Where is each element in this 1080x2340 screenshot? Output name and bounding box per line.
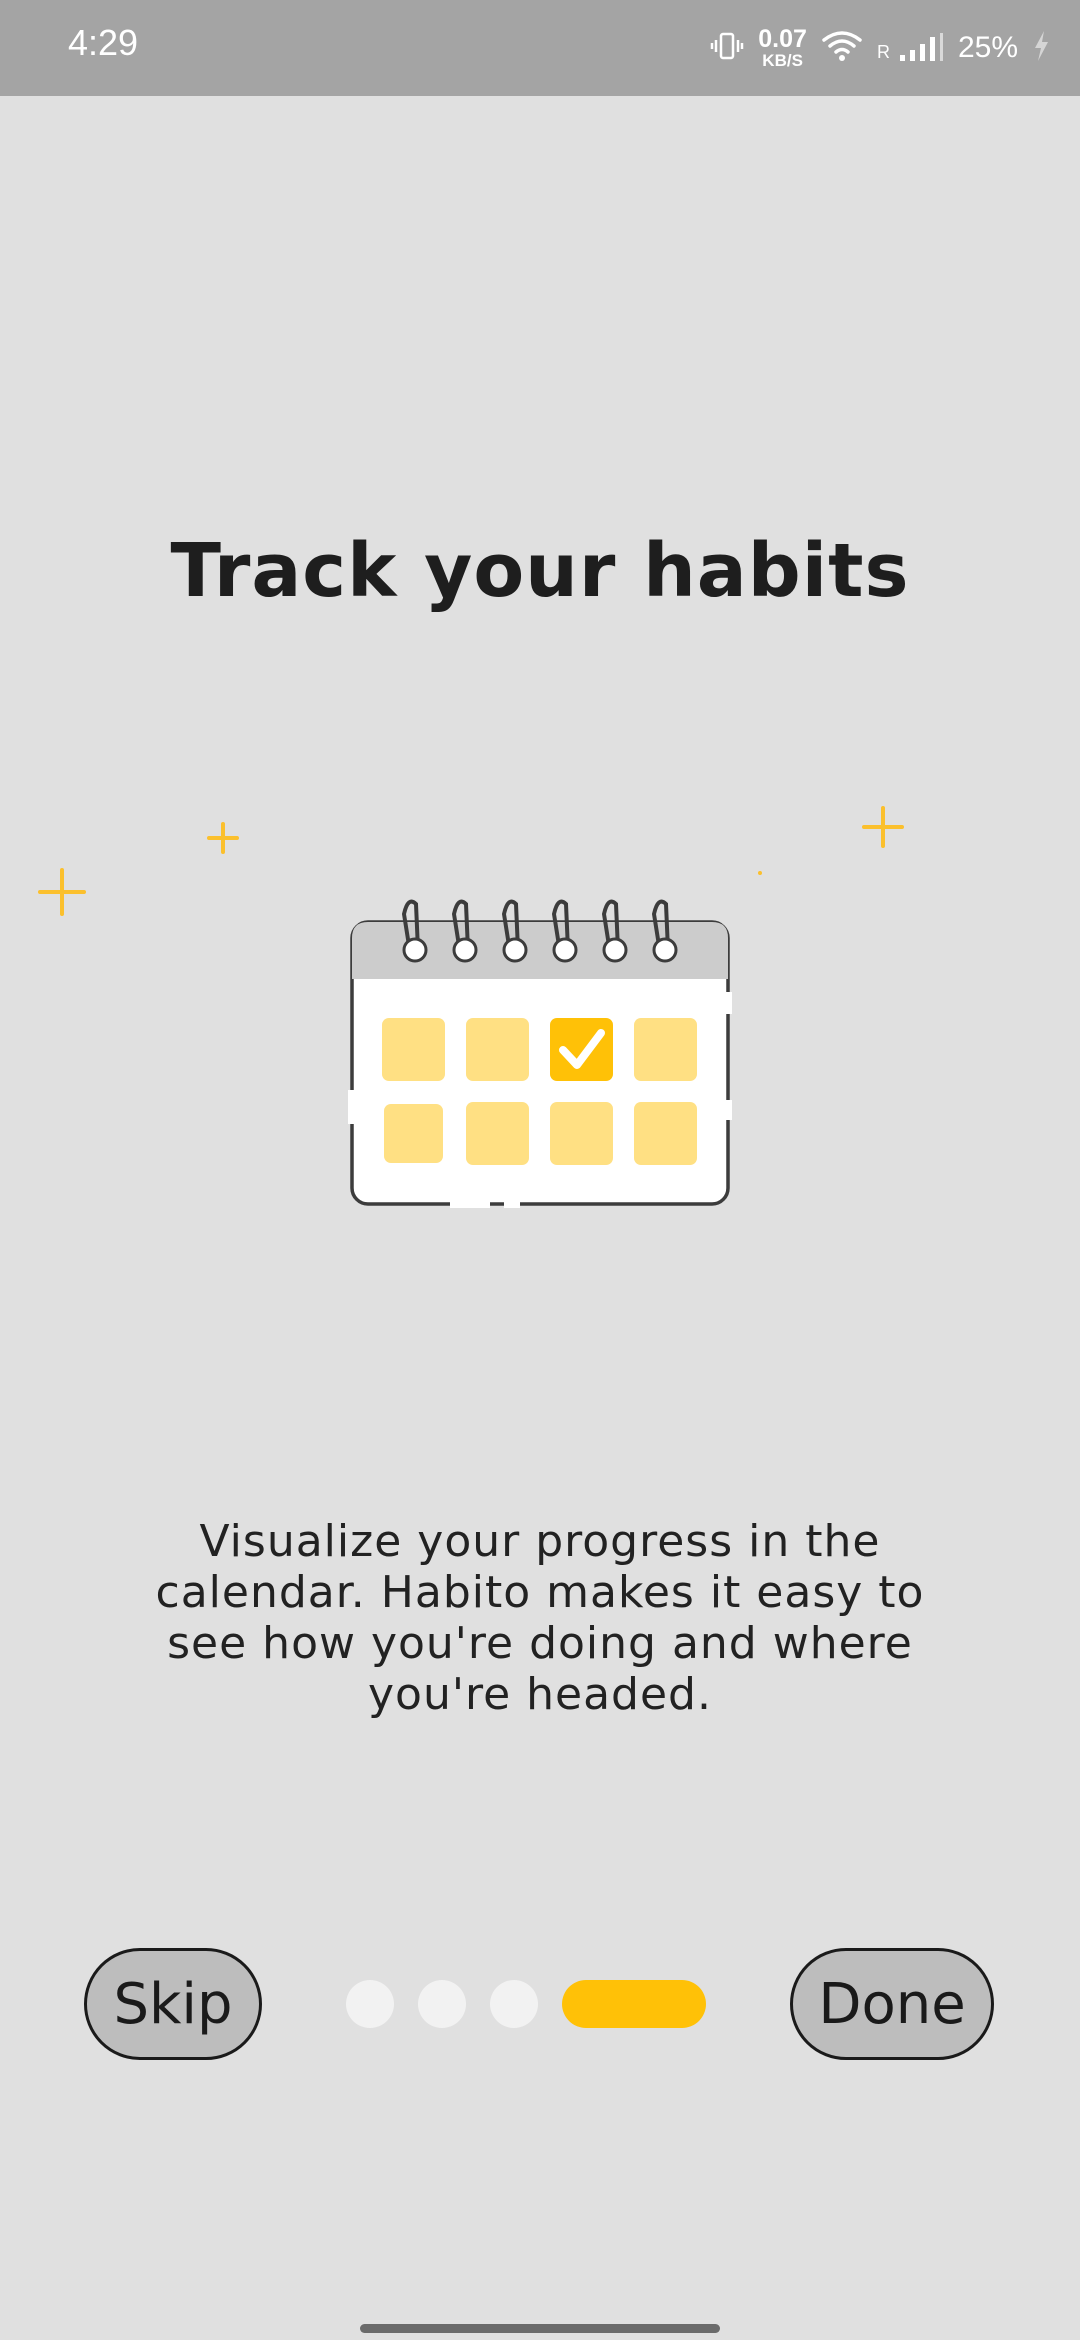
page-indicator xyxy=(346,1980,706,2028)
page-dot-1 xyxy=(346,1980,394,2028)
page-description: Visualize your progress in the calendar.… xyxy=(155,1516,925,1720)
page-dot-3 xyxy=(490,1980,538,2028)
page-dot-2 xyxy=(418,1980,466,2028)
battery-percentage: 25% xyxy=(957,31,1018,64)
vibrate-icon xyxy=(710,29,744,67)
signal-icon: R xyxy=(877,33,944,63)
page-dot-4-active xyxy=(562,1980,706,2028)
page-title: Track your habits xyxy=(170,528,910,614)
calendar-illustration xyxy=(0,780,1080,1240)
network-speed-value: 0.07 xyxy=(758,25,807,53)
home-indicator[interactable] xyxy=(360,2324,720,2333)
status-time: 4:29 xyxy=(68,22,139,63)
sparkle-icon xyxy=(38,806,904,916)
wifi-icon xyxy=(821,29,863,67)
network-speed-unit: KB/S xyxy=(762,51,803,70)
battery-charging-icon xyxy=(1032,29,1050,67)
skip-button[interactable]: Skip xyxy=(84,1948,262,2060)
status-bar: 4:29 0.07 KB/S R 25% xyxy=(0,0,1080,96)
status-icons: 0.07 KB/S R 25% xyxy=(710,18,1050,78)
roaming-label: R xyxy=(876,42,890,62)
done-button[interactable]: Done xyxy=(790,1948,994,2060)
network-speed: 0.07 KB/S xyxy=(758,25,807,70)
